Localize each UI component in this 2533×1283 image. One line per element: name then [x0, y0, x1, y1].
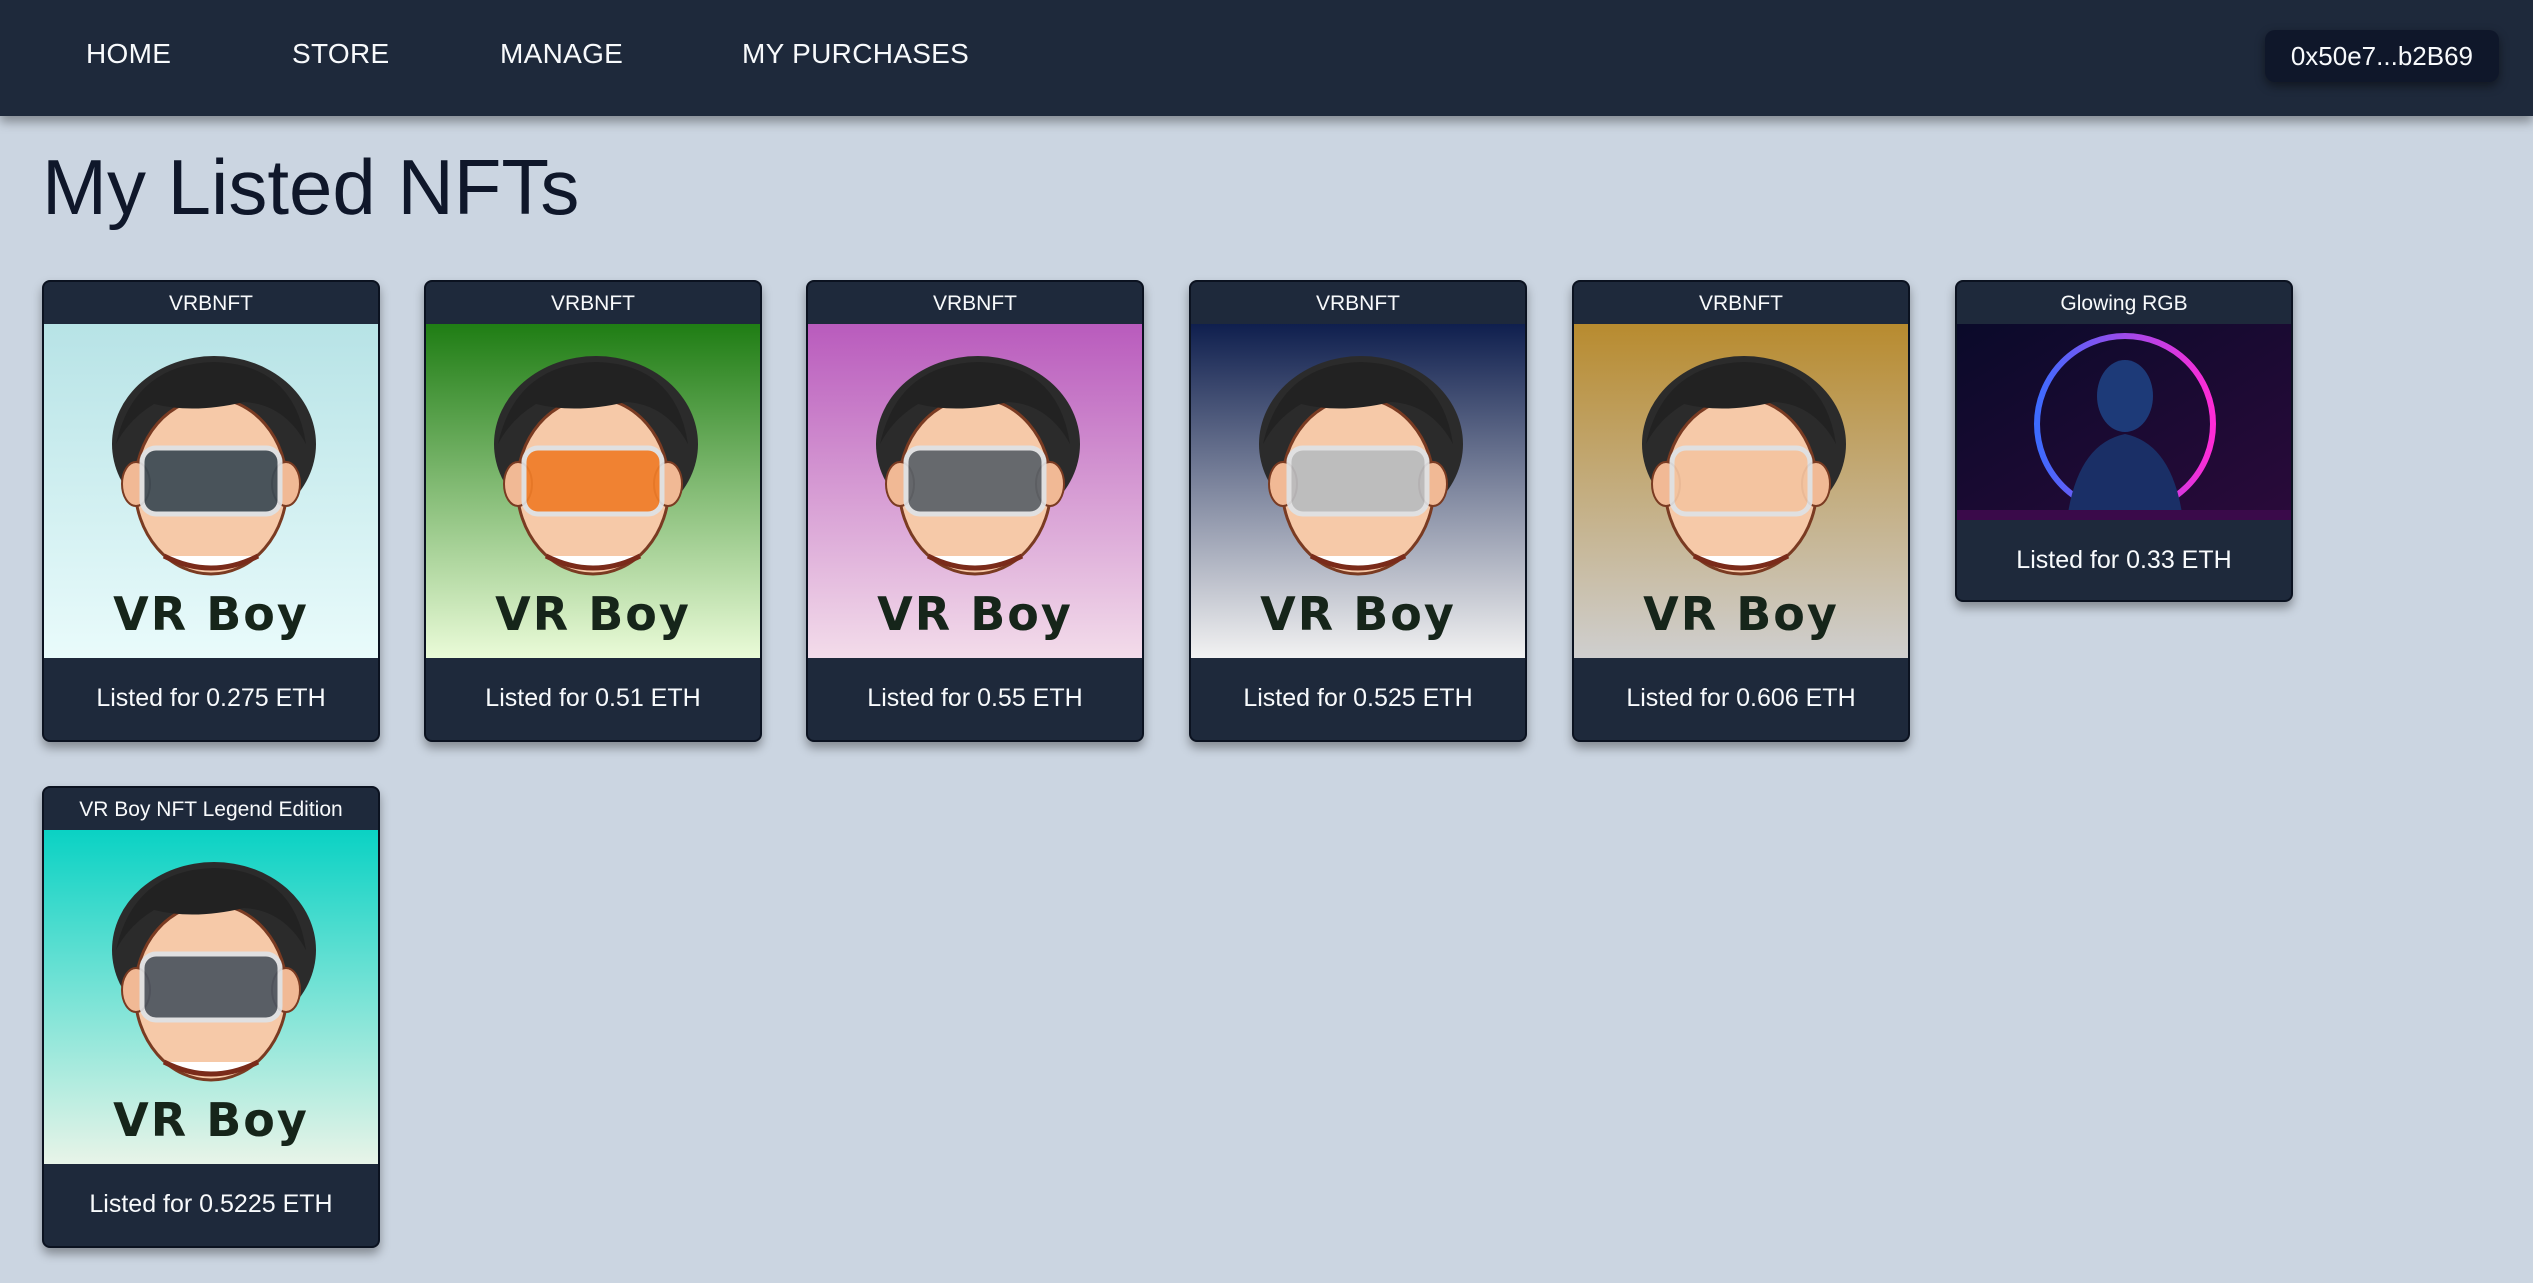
nft-price-label: Listed for 0.606 ETH: [1626, 684, 1856, 712]
top-navbar: HOME STORE MANAGE MY PURCHASES 0x50e7...…: [0, 0, 2533, 116]
vr-boy-icon: VR Boy: [1574, 324, 1908, 658]
nft-price-label: Listed for 0.51 ETH: [485, 684, 701, 712]
nft-art-label: VR Boy: [113, 587, 309, 641]
nft-card[interactable]: VR Boy NFT Legend Edition VR Boy Listed fo…: [42, 786, 380, 1248]
nft-art-label: VR Boy: [1643, 587, 1839, 641]
nav-manage[interactable]: MANAGE: [500, 38, 623, 70]
nft-price-label: Listed for 0.525 ETH: [1243, 684, 1473, 712]
nft-card[interactable]: VRBNFT VR Boy Listed for 0.55 ETH: [806, 280, 1144, 742]
nav-my-purchases[interactable]: MY PURCHASES: [742, 38, 969, 70]
nav-home[interactable]: HOME: [86, 38, 171, 70]
nft-card[interactable]: VRBNFT VR Boy Listed for 0.51 ETH: [424, 280, 762, 742]
wallet-address-button[interactable]: 0x50e7...b2B69: [2264, 30, 2499, 82]
nft-art-label: VR Boy: [495, 587, 691, 641]
nft-art-label: VR Boy: [1260, 587, 1456, 641]
nft-image: VR Boy: [44, 324, 378, 658]
nft-image: VR Boy: [44, 830, 378, 1164]
glowing-figure-icon: [1957, 324, 2291, 520]
nft-card-title: VRBNFT: [1316, 292, 1400, 315]
nft-card-title: VRBNFT: [1699, 292, 1783, 315]
nft-image: VR Boy: [1574, 324, 1908, 658]
page-title: My Listed NFTs: [42, 143, 580, 231]
vr-boy-icon: VR Boy: [808, 324, 1142, 658]
nft-card-title: VR Boy NFT Legend Edition: [79, 798, 343, 821]
nft-card[interactable]: Glowing RGB Listed for 0.33 ETH: [1955, 280, 2293, 602]
nft-card[interactable]: VRBNFT VR Boy Listed for 0.606 ETH: [1572, 280, 1910, 742]
nav-store[interactable]: STORE: [292, 38, 389, 70]
vr-boy-icon: VR Boy: [44, 830, 378, 1164]
vr-boy-icon: VR Boy: [44, 324, 378, 658]
nft-image: VR Boy: [426, 324, 760, 658]
vr-boy-icon: VR Boy: [426, 324, 760, 658]
nft-card-title: VRBNFT: [169, 292, 253, 315]
nft-card-title: VRBNFT: [551, 292, 635, 315]
nft-price-label: Listed for 0.275 ETH: [96, 684, 326, 712]
nft-art-label: VR Boy: [877, 587, 1073, 641]
nft-card-title: VRBNFT: [933, 292, 1017, 315]
nft-card[interactable]: VRBNFT VR Boy Listed for 0.275 ETH: [42, 280, 380, 742]
nft-price-label: Listed for 0.33 ETH: [2016, 546, 2232, 574]
nft-card[interactable]: VRBNFT VR Boy Listed for 0.525 ETH: [1189, 280, 1527, 742]
nft-art-label: VR Boy: [113, 1093, 309, 1147]
nft-price-label: Listed for 0.55 ETH: [867, 684, 1083, 712]
nft-image: [1957, 324, 2291, 520]
nft-image: VR Boy: [808, 324, 1142, 658]
nft-price-label: Listed for 0.5225 ETH: [89, 1190, 333, 1218]
nft-card-title: Glowing RGB: [2060, 292, 2188, 315]
nft-image: VR Boy: [1191, 324, 1525, 658]
vr-boy-icon: VR Boy: [1191, 324, 1525, 658]
